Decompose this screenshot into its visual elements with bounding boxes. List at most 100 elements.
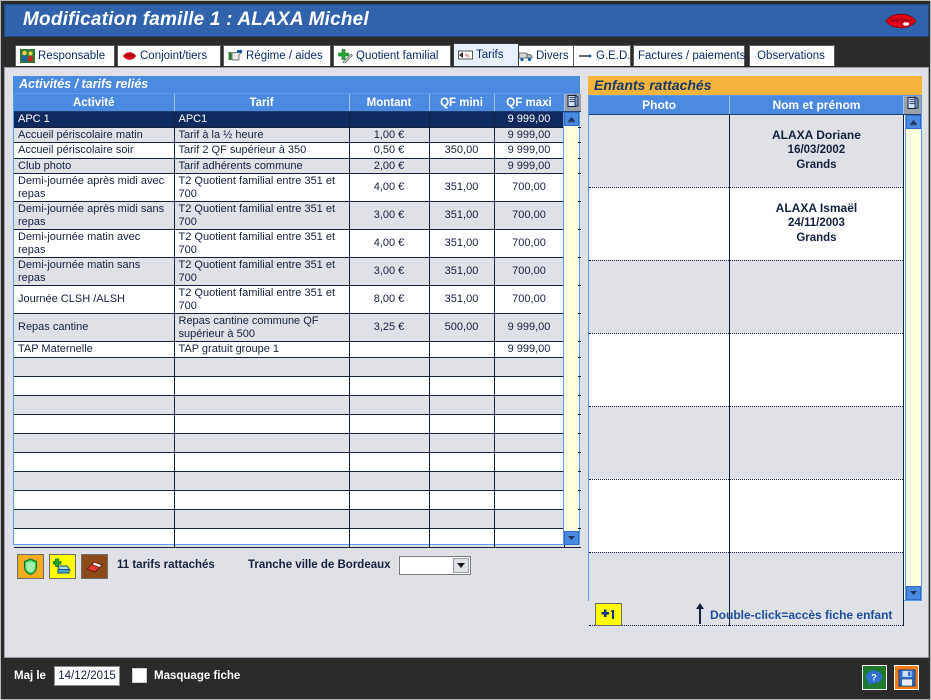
price-tag-icon: % (458, 48, 473, 62)
table-row-empty[interactable] (14, 433, 581, 452)
child-row-empty[interactable] (589, 260, 921, 333)
tab-tarifs[interactable]: % Tarifs (453, 43, 519, 66)
table-row[interactable]: Accueil périscolaire soirTarif 2 QF supé… (14, 143, 581, 159)
application-window: Modification famille 1 : ALAXA Michel Re… (0, 0, 931, 700)
tab-ged[interactable]: G.E.D. (573, 45, 631, 66)
hand-card-icon (228, 49, 243, 63)
cell-tarif: Tarif à la ½ heure (174, 127, 349, 143)
child-row[interactable]: ALAXA Ismaël24/11/2003Grands (589, 187, 921, 260)
children-caption: Enfants rattachés (588, 76, 922, 95)
column-header-montant[interactable]: Montant (349, 94, 429, 112)
add-child-button[interactable] (595, 603, 622, 626)
scroll-down-button[interactable] (906, 586, 921, 600)
cell-qf-maxi: 9 999,00 (494, 342, 564, 358)
grid-config-icon[interactable] (903, 96, 921, 114)
cell-tarif: APC1 (174, 112, 349, 128)
help-button[interactable]: ? (862, 665, 887, 690)
maj-date-field[interactable]: 14/12/2015 (54, 666, 120, 686)
table-row[interactable]: Accueil périscolaire matinTarif à la ½ h… (14, 127, 581, 143)
tab-label: Quotient familial (356, 50, 438, 62)
grid-config-icon[interactable] (564, 94, 581, 112)
cell-empty (349, 509, 429, 528)
table-row-empty[interactable] (14, 490, 581, 509)
cell-activite: Demi-journée matin avec repas (14, 230, 174, 258)
table-row-empty[interactable] (14, 471, 581, 490)
cell-montant: 1,00 € (349, 127, 429, 143)
cell-tarif: T2 Quotient familial entre 351 et 700 (174, 286, 349, 314)
child-row-empty[interactable] (589, 333, 921, 406)
table-row-empty[interactable] (14, 528, 581, 547)
shield-icon-button[interactable] (17, 554, 44, 579)
activities-scrollbar[interactable] (563, 112, 578, 545)
tab-label: G.E.D. (596, 50, 631, 62)
table-row-empty[interactable] (14, 452, 581, 471)
cell-empty (349, 376, 429, 395)
cell-qf-maxi: 700,00 (494, 230, 564, 258)
table-row[interactable]: TAP MaternelleTAP gratuit groupe 19 999,… (14, 342, 581, 358)
child-info-cell: ALAXA Ismaël24/11/2003Grands (730, 187, 903, 260)
maj-label: Maj le (14, 670, 46, 682)
clip-icon (578, 49, 593, 63)
column-header-photo[interactable]: Photo (589, 96, 730, 114)
table-row[interactable]: Repas cantineRepas cantine commune QF su… (14, 314, 581, 342)
tab-responsable[interactable]: Responsable (15, 45, 115, 66)
child-row-empty[interactable] (589, 406, 921, 479)
cell-tarif: TAP gratuit groupe 1 (174, 342, 349, 358)
table-row[interactable]: Club photoTarif adhérents commune2,00 €9… (14, 158, 581, 174)
cell-empty (349, 490, 429, 509)
children-scrollbar[interactable] (905, 115, 920, 600)
tab-regime-aides[interactable]: Régime / aides (223, 45, 331, 66)
table-row-empty[interactable] (14, 357, 581, 376)
save-button[interactable] (894, 665, 919, 690)
cell-empty (429, 471, 494, 490)
children-section: Enfants rattachés Photo Nom et prénom (588, 76, 922, 623)
children-grid[interactable]: Photo Nom et prénom ALAXA Doria (588, 95, 922, 601)
scroll-down-button[interactable] (564, 531, 579, 545)
tab-conjoint-tiers[interactable]: Conjoint/tiers (117, 45, 221, 66)
table-row-empty[interactable] (14, 414, 581, 433)
tranche-select[interactable] (399, 556, 471, 575)
column-header-tarif[interactable]: Tarif (174, 94, 349, 112)
table-row[interactable]: Demi-journée matin avec repasT2 Quotient… (14, 230, 581, 258)
child-row[interactable]: ALAXA Doriane16/03/2002Grands (589, 114, 921, 187)
tab-quotient-familial[interactable]: Quotient familial (333, 45, 451, 66)
table-row[interactable]: Demi-journée matin sans repasT2 Quotient… (14, 258, 581, 286)
eraser-button[interactable] (81, 554, 108, 579)
page-title: Modification famille 1 : ALAXA Michel (23, 9, 369, 31)
cell-qf-maxi: 700,00 (494, 258, 564, 286)
cell-qf-mini: 500,00 (429, 314, 494, 342)
cell-activite: Demi-journée après midi sans repas (14, 202, 174, 230)
table-header-row: Photo Nom et prénom (589, 96, 921, 114)
table-row[interactable]: Journée CLSH /ALSHT2 Quotient familial e… (14, 286, 581, 314)
cell-montant: 3,25 € (349, 314, 429, 342)
tarifs-count-label: 11 tarifs rattachés (117, 559, 215, 571)
red-lips-icon (882, 8, 920, 34)
cell-empty (14, 376, 174, 395)
column-header-activite[interactable]: Activité (14, 94, 174, 112)
child-row-empty[interactable] (589, 479, 921, 552)
cell-qf-mini: 351,00 (429, 174, 494, 202)
tab-label: Factures / paiements (638, 50, 738, 62)
table-row-empty[interactable] (14, 395, 581, 414)
column-header-qf-mini[interactable]: QF mini (429, 94, 494, 112)
masquage-checkbox[interactable] (132, 668, 147, 683)
table-row[interactable]: Demi-journée après midi avec repasT2 Quo… (14, 174, 581, 202)
table-row-empty[interactable] (14, 376, 581, 395)
add-record-button[interactable] (49, 554, 76, 579)
child-photo-cell (589, 187, 730, 260)
tab-factures-paiements[interactable]: Factures / paiements (633, 45, 745, 66)
cell-qf-maxi: 9 999,00 (494, 143, 564, 159)
cell-empty (174, 414, 349, 433)
tab-observations[interactable]: Observations (749, 45, 835, 66)
tab-divers[interactable]: Divers (513, 45, 575, 66)
cell-montant: 0,50 € (349, 143, 429, 159)
cell-empty (349, 452, 429, 471)
column-header-qf-maxi[interactable]: QF maxi (494, 94, 564, 112)
activities-grid[interactable]: Activité Tarif Montant QF mini QF maxi (13, 93, 580, 545)
table-row-empty[interactable] (14, 509, 581, 528)
scroll-up-button[interactable] (564, 112, 579, 126)
scroll-up-button[interactable] (906, 115, 921, 129)
table-row[interactable]: Demi-journée après midi sans repasT2 Quo… (14, 202, 581, 230)
column-header-nom[interactable]: Nom et prénom (730, 96, 903, 114)
table-row[interactable]: APC 1APC19 999,00 (14, 112, 581, 128)
